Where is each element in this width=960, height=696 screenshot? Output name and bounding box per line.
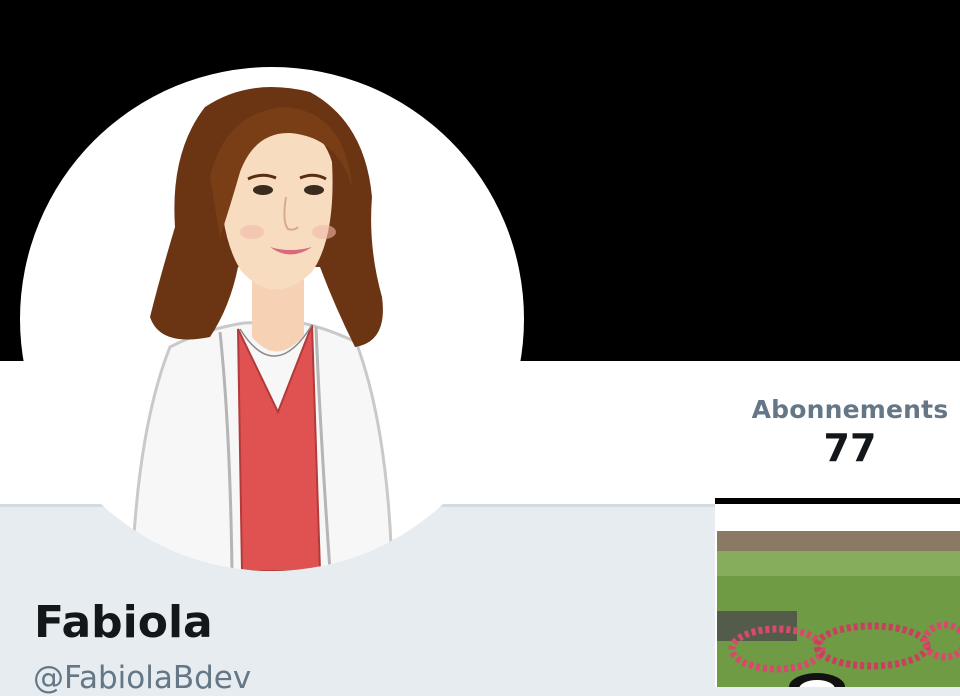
- photo-thumbnail-icon[interactable]: [717, 531, 960, 687]
- following-stat[interactable]: Abonnements 77: [740, 395, 960, 470]
- active-tab-indicator: [715, 498, 960, 504]
- profile-avatar[interactable]: [20, 67, 524, 571]
- following-count: 77: [823, 426, 877, 470]
- following-label: Abonnements: [751, 395, 949, 424]
- profile-name[interactable]: Fabiola: [34, 597, 213, 648]
- avatar-illustration-icon: [130, 87, 394, 571]
- screen-name[interactable]: @FabiolaBdev: [33, 660, 251, 696]
